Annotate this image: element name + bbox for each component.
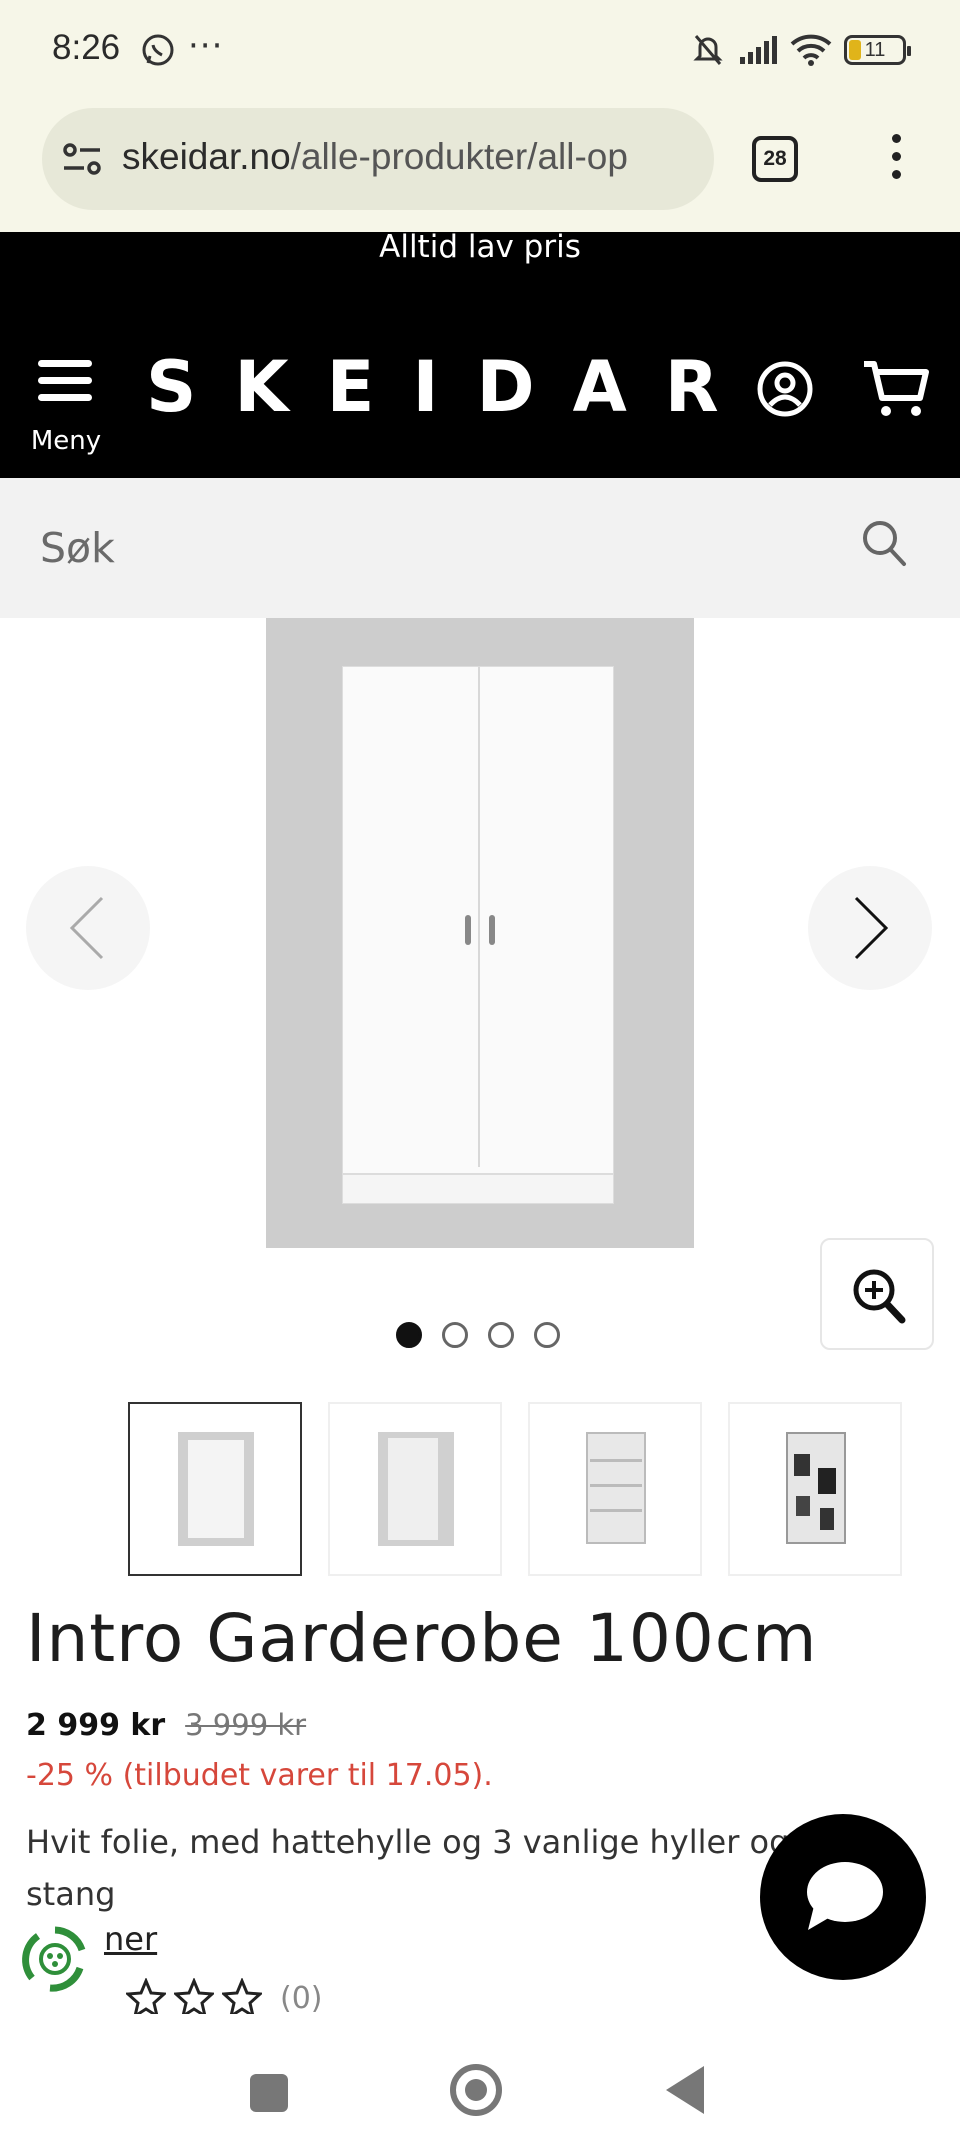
gallery-dots [396, 1322, 560, 1348]
zoom-button[interactable] [820, 1238, 934, 1350]
status-overflow: ··· [188, 26, 224, 66]
product-image[interactable] [266, 618, 694, 1248]
menu-button[interactable]: Meny [30, 360, 102, 460]
site-settings-icon[interactable] [62, 141, 102, 177]
user-icon[interactable] [756, 360, 814, 418]
gallery-dot[interactable] [534, 1322, 560, 1348]
url-host: skeidar.no [122, 136, 291, 177]
product-gallery [0, 618, 960, 1388]
promo-banner: Alltid lav pris [0, 232, 960, 310]
eco-badge-icon[interactable] [18, 1922, 92, 1996]
status-icons: 11 [690, 30, 911, 70]
product-description: Hvit folie, med hattehylle og 3 vanlige … [26, 1823, 790, 1913]
site-header: Meny SKEIDAR [0, 310, 960, 478]
gallery-dot[interactable] [488, 1322, 514, 1348]
address-bar[interactable]: skeidar.no/alle-produkter/all-op [42, 108, 714, 210]
battery-icon: 11 [844, 35, 911, 65]
recents-button[interactable] [250, 2074, 288, 2112]
chevron-right-icon [854, 896, 889, 960]
thumbnail[interactable] [528, 1402, 702, 1576]
system-navigation [0, 2014, 960, 2134]
gallery-next-button[interactable] [808, 866, 932, 990]
battery-level: 11 [864, 38, 886, 61]
thumbnail-strip [128, 1402, 902, 1576]
price-row: 2 999 kr 3 999 kr [26, 1708, 306, 1743]
chevron-left-icon [69, 896, 104, 960]
wifi-icon [790, 34, 832, 66]
signal-icon [740, 36, 777, 64]
url-path: /alle-produkter/all-op [290, 136, 628, 177]
whatsapp-icon [142, 34, 174, 66]
chat-icon [807, 1862, 883, 1930]
thumbnail[interactable] [728, 1402, 902, 1576]
star-icon [126, 1978, 166, 2018]
tabs-button[interactable]: 28 [752, 136, 798, 182]
read-more-link[interactable]: ner [104, 1920, 157, 1958]
gallery-dot[interactable] [396, 1322, 422, 1348]
menu-icon [38, 360, 92, 367]
wardrobe-photo [342, 666, 614, 1204]
browser-toolbar: skeidar.no/alle-produkter/all-op 28 [0, 100, 960, 232]
search-input[interactable] [40, 518, 820, 578]
mute-icon [693, 35, 723, 65]
product-title: Intro Garderobe 100cm [26, 1600, 818, 1677]
discount-text: -25 % (tilbudet varer til 17.05). [26, 1758, 493, 1793]
search-icon[interactable] [860, 518, 908, 568]
status-time: 8:26 [52, 28, 121, 67]
more-icon[interactable] [886, 134, 906, 184]
chat-button[interactable] [760, 1814, 926, 1980]
status-bar: 8:26 ··· 11 [0, 0, 960, 100]
gallery-prev-button[interactable] [26, 866, 150, 990]
search-bar [0, 478, 960, 618]
star-icon [174, 1978, 214, 2018]
site-logo[interactable]: SKEIDAR [146, 346, 757, 428]
menu-label: Meny [30, 426, 102, 456]
zoom-in-icon [853, 1269, 906, 1324]
back-button[interactable] [666, 2066, 704, 2114]
old-price: 3 999 kr [185, 1708, 307, 1742]
star-icon [222, 1978, 262, 2018]
current-price: 2 999 kr [26, 1708, 166, 1743]
gallery-dot[interactable] [442, 1322, 468, 1348]
thumbnail[interactable] [128, 1402, 302, 1576]
rating-count: (0) [280, 1980, 323, 2016]
thumbnail[interactable] [328, 1402, 502, 1576]
url-text[interactable]: skeidar.no/alle-produkter/all-op [122, 136, 628, 178]
cart-icon[interactable] [862, 358, 930, 420]
home-button[interactable] [450, 2064, 502, 2116]
